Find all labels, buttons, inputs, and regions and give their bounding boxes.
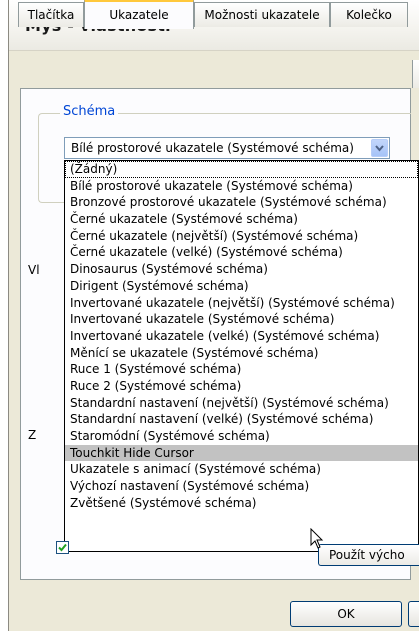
scheme-group-label: Schéma <box>60 104 119 119</box>
tab-scroll-edge <box>412 60 419 88</box>
list-item-highlighted[interactable]: Touchkit Hide Cursor <box>65 444 418 462</box>
list-item[interactable]: Zvětšené (Systémové schéma) <box>65 495 418 512</box>
list-item[interactable]: Dirigent (Systémové schéma) <box>65 278 418 295</box>
use-default-button[interactable]: Použít výcho <box>318 544 419 566</box>
partial-label-left: Vl <box>28 263 40 277</box>
list-item[interactable]: Černé ukazatele (Systémové schéma) <box>65 211 418 228</box>
list-item[interactable]: Invertované ukazatele (největší) (Systém… <box>65 295 418 312</box>
shadow-checkbox[interactable] <box>56 541 69 554</box>
scheme-dropdown-list[interactable]: (Žádný) Bílé prostorové ukazatele (Systé… <box>64 160 419 552</box>
tab-label: Možnosti ukazatele <box>204 8 320 22</box>
tab-buttons[interactable]: Tlačítka <box>18 2 84 27</box>
tab-label: Kolečko <box>346 8 392 22</box>
partial-label-left-z: Z <box>28 428 37 442</box>
scheme-selected-value: Bílé prostorové ukazatele (Systémové sch… <box>71 141 354 155</box>
scheme-combobox[interactable]: Bílé prostorové ukazatele (Systémové sch… <box>64 137 390 159</box>
list-item[interactable]: Staromódní (Systémové schéma) <box>65 428 418 445</box>
list-item[interactable]: Černé ukazatele (největší) (Systémové sc… <box>65 228 418 245</box>
list-item[interactable]: Invertované ukazatele (velké) (Systémové… <box>65 328 418 345</box>
list-item[interactable]: (Žádný) <box>65 161 418 178</box>
list-item[interactable]: Dinosaurus (Systémové schéma) <box>65 261 418 278</box>
list-item[interactable]: Výchozí nastavení (Systémové schéma) <box>65 478 418 495</box>
tab-label: Tlačítka <box>27 8 75 22</box>
list-item[interactable]: Invertované ukazatele (Systémové schéma) <box>65 311 418 328</box>
tab-label: Ukazatele <box>109 8 169 22</box>
list-item[interactable]: Ruce 2 (Systémové schéma) <box>65 378 418 395</box>
arrow-cursor-icon <box>310 528 324 549</box>
list-item[interactable]: Černé ukazatele (velké) (Systémové schém… <box>65 244 418 261</box>
list-item[interactable]: Bronzové prostorové ukazatele (Systémové… <box>65 194 418 211</box>
tab-pointers[interactable]: Ukazatele <box>84 0 194 29</box>
list-item[interactable]: Ukazatele s animací (Systémové schéma) <box>65 461 418 478</box>
tab-wheel[interactable]: Kolečko <box>330 2 408 27</box>
check-icon <box>58 543 67 552</box>
list-item[interactable]: Ruce 1 (Systémové schéma) <box>65 361 418 378</box>
list-item[interactable]: Bílé prostorové ukazatele (Systémové sch… <box>65 178 418 195</box>
list-item[interactable]: Měnící se ukazatele (Systémové schéma) <box>65 345 418 362</box>
tab-pointer-options[interactable]: Možnosti ukazatele <box>194 2 330 27</box>
chevron-down-icon[interactable] <box>371 139 388 157</box>
list-item[interactable]: Standardní nastavení (největší) (Systémo… <box>65 395 418 412</box>
list-item[interactable]: Standardní nastavení (velké) (Systémové … <box>65 411 418 428</box>
ok-button[interactable]: OK <box>290 601 402 627</box>
cancel-button[interactable] <box>408 601 419 627</box>
